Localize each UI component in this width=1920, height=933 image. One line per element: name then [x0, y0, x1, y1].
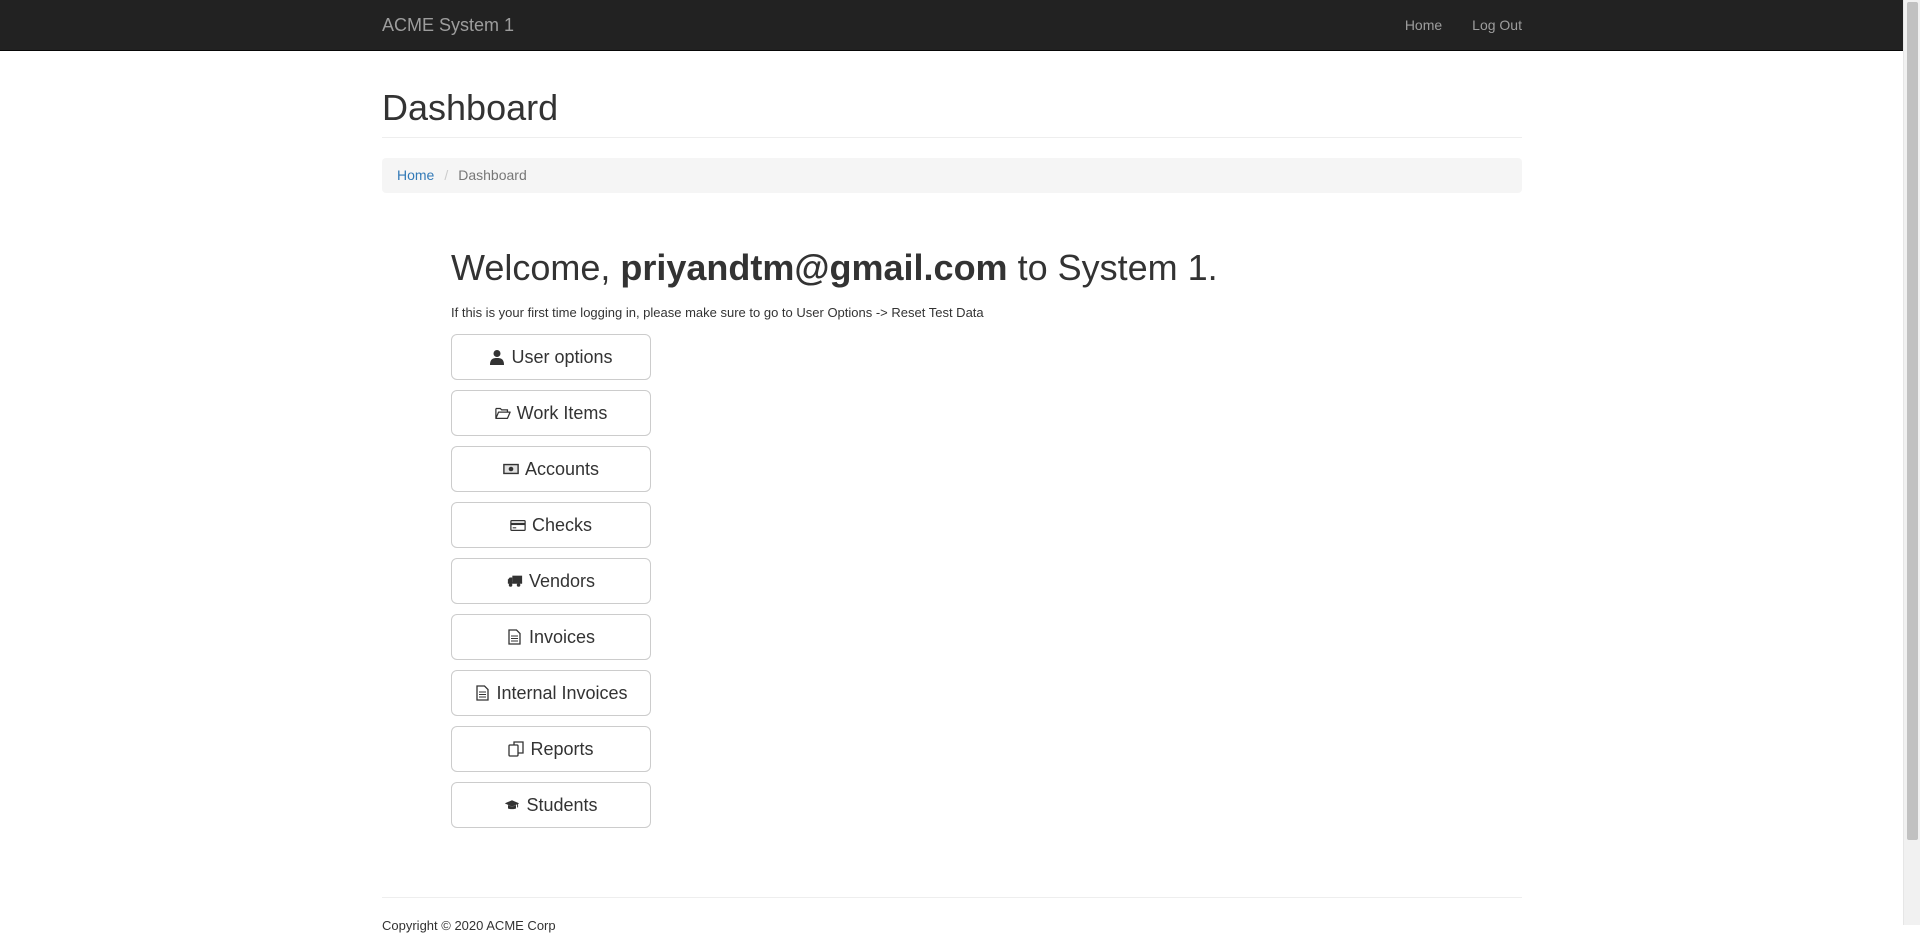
vertical-scrollbar[interactable] [1903, 0, 1920, 925]
internal-invoices-button[interactable]: Internal Invoices [451, 670, 651, 716]
breadcrumb-separator: / [444, 167, 449, 184]
graduation-cap-icon [504, 797, 520, 813]
vendors-button[interactable]: Vendors [451, 558, 651, 604]
internal-invoices-label: Internal Invoices [496, 682, 628, 703]
footer-divider [382, 897, 1522, 898]
user-options-label: User options [511, 346, 613, 367]
page-title: Dashboard [382, 87, 559, 128]
main-container: Dashboard Home / Dashboard Welcome, priy… [382, 51, 1522, 933]
accounts-button[interactable]: Accounts [451, 446, 651, 492]
user-options-button[interactable]: User options [451, 334, 651, 380]
students-button[interactable]: Students [451, 782, 651, 828]
scrollbar-thumb[interactable] [1907, 2, 1918, 840]
copy-icon [508, 741, 525, 757]
user-icon [489, 349, 505, 365]
document-icon [474, 685, 490, 701]
welcome-prefix: Welcome, [451, 247, 621, 288]
work-items-button[interactable]: Work Items [451, 390, 651, 436]
checks-button[interactable]: Checks [451, 502, 651, 548]
credit-card-icon [510, 517, 526, 533]
top-navbar: ACME System 1 Home Log Out [0, 0, 1903, 51]
welcome-heading: Welcome, priyandtm@gmail.com to System 1… [451, 247, 1218, 289]
checks-label: Checks [531, 514, 593, 535]
reports-button[interactable]: Reports [451, 726, 651, 772]
nav-home-link[interactable]: Home [1405, 17, 1442, 33]
welcome-suffix: to System 1. [1007, 247, 1218, 288]
breadcrumb-home-link[interactable]: Home [397, 167, 434, 183]
accounts-label: Accounts [524, 458, 600, 479]
welcome-email: priyandtm@gmail.com [620, 247, 1008, 288]
truck-icon [507, 573, 523, 589]
money-icon [503, 461, 519, 477]
footer-copyright: Copyright © 2020 ACME Corp [382, 918, 556, 933]
page-header: Dashboard [382, 88, 1522, 138]
first-login-note: If this is your first time logging in, p… [451, 305, 984, 320]
work-items-label: Work Items [516, 402, 608, 423]
vendors-label: Vendors [528, 570, 596, 591]
reports-label: Reports [530, 738, 594, 759]
breadcrumb-current: Dashboard [458, 167, 527, 184]
dashboard-menu: User options Work Items Accounts Checks [451, 334, 651, 838]
brand-link[interactable]: ACME System 1 [382, 15, 514, 36]
folder-open-icon [494, 405, 511, 421]
navbar-links: Home Log Out [1375, 0, 1522, 50]
invoices-button[interactable]: Invoices [451, 614, 651, 660]
nav-logout-link[interactable]: Log Out [1472, 17, 1522, 33]
invoices-label: Invoices [528, 626, 596, 647]
document-icon [507, 629, 523, 645]
breadcrumb: Home / Dashboard [382, 157, 1522, 193]
students-label: Students [526, 794, 598, 815]
